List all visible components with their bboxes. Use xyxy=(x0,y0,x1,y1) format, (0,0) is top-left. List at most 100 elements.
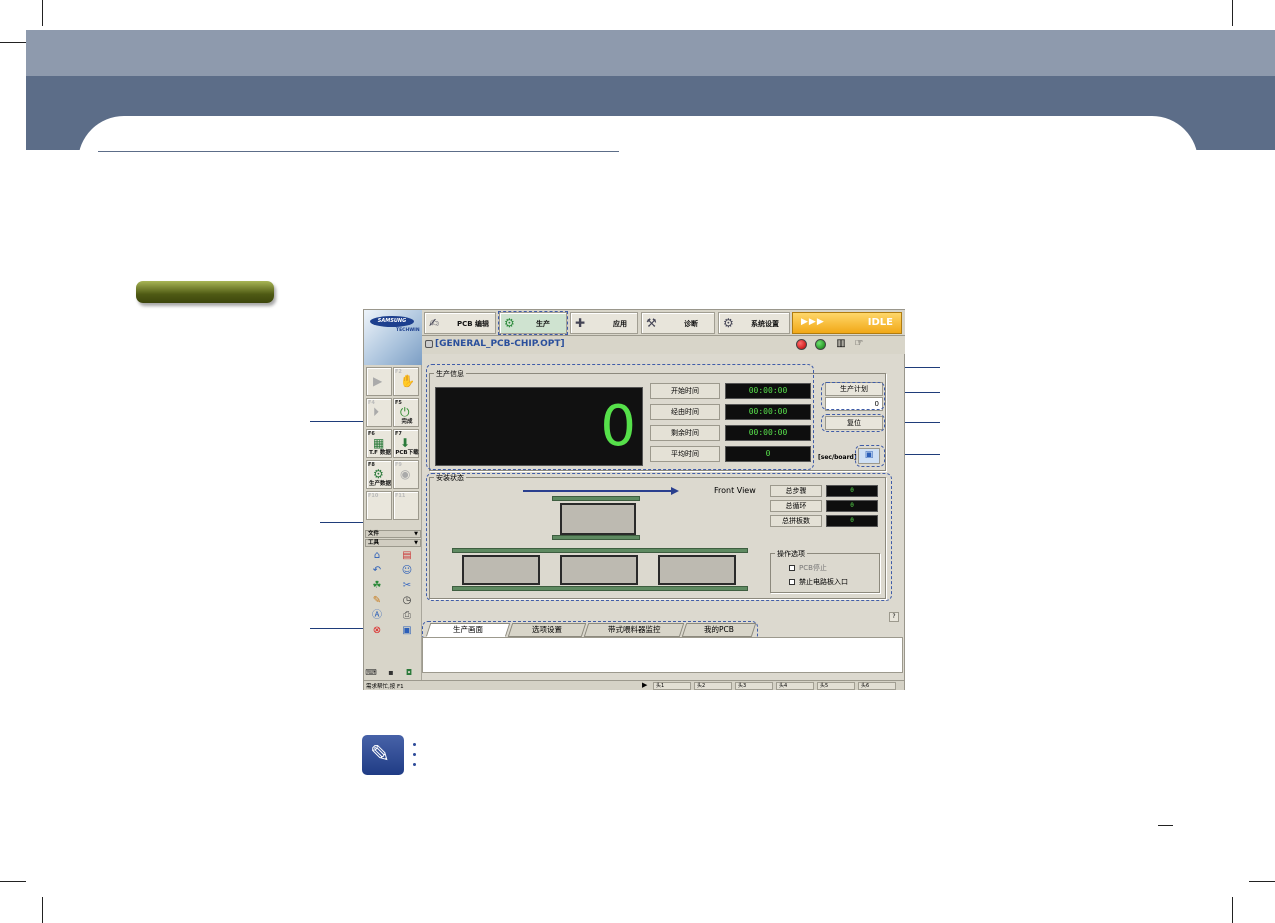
tools-menu[interactable]: 工具 ▼ xyxy=(365,539,421,547)
production-data-label: 生产数据 xyxy=(368,481,391,487)
red-lamp-icon[interactable] xyxy=(796,339,807,350)
crop-mark xyxy=(42,897,43,923)
tf-data-button[interactable]: F6 ▦ T.F 数据 xyxy=(366,429,392,458)
production-window: SAMSUNG TECHWIN ▶ F2 ✋ F4 ⏵ F5 ⏻ 完成 F6 ▦ T.F 数… xyxy=(363,309,905,690)
application-label: 应用 xyxy=(613,320,627,328)
section-pill xyxy=(136,281,274,303)
status-bar: 需求帮忙,按 F1 ▶ 头1 头2 头3 头4 头5 头6 xyxy=(364,680,904,690)
monitor-icon[interactable]: ▣ xyxy=(400,625,414,637)
pcb-edit-label: PCB 编辑 xyxy=(457,320,490,328)
application-button[interactable]: ✚ 应用 xyxy=(570,312,638,334)
f11-button[interactable]: F11 xyxy=(393,491,419,520)
head-2-cell: 头2 xyxy=(694,682,732,690)
barcode-icon[interactable]: ▥ xyxy=(834,338,848,350)
header-top-band xyxy=(26,30,1275,76)
head-4-cell: 头4 xyxy=(776,682,814,690)
clock-icon[interactable]: ◷ xyxy=(400,595,414,607)
callout-line xyxy=(310,421,364,422)
tab-label: 选项设置 xyxy=(532,625,562,634)
play-icon: ▶ xyxy=(373,374,383,388)
file-icon xyxy=(425,339,433,348)
file-menu-label: 文件 xyxy=(368,531,380,537)
head-6-cell: 头6 xyxy=(858,682,896,690)
system-settings-label: 系统设置 xyxy=(751,320,779,328)
production-gear-icon: ⚙ xyxy=(504,316,515,330)
plan-highlight xyxy=(821,382,885,410)
crop-mark xyxy=(42,0,43,26)
note-pencil-icon: ✎ xyxy=(362,735,404,775)
page-number-mark xyxy=(1158,825,1173,826)
pointer-hand-icon[interactable]: ☞ xyxy=(852,338,866,350)
samsung-logo: SAMSUNG xyxy=(370,316,414,327)
production-label: 生产 xyxy=(536,320,550,328)
print-icon[interactable]: ⎙ xyxy=(400,610,414,622)
home-icon[interactable]: ⌂ xyxy=(370,550,384,562)
file-name-text: [GENERAL_PCB-CHIP.OPT] xyxy=(435,339,565,349)
font-icon[interactable]: Ⓐ xyxy=(370,610,384,622)
production-info-highlight xyxy=(426,364,814,470)
tools-icon[interactable]: ✂ xyxy=(400,580,414,592)
play-small-icon: ▶ xyxy=(642,681,648,689)
green-lamp-icon[interactable] xyxy=(815,339,826,350)
f10-button[interactable]: F10 xyxy=(366,491,392,520)
system-settings-icon: ⚙ xyxy=(723,316,734,330)
tab-my-pcb[interactable]: 我的PCB xyxy=(681,623,757,637)
machine-status: ▶▶▶ IDLE xyxy=(792,312,902,334)
chevron-down-icon: ▼ xyxy=(414,531,418,537)
top-toolbar: ✍ PCB 编辑 ⚙ 生产 ✚ 应用 ⚒ 诊断 ⚙ 系统设置 ▶▶▶ IDLE xyxy=(422,310,905,336)
application-icon: ✚ xyxy=(575,316,586,330)
help-hint: 需求帮忙,按 F1 xyxy=(366,684,404,690)
fkey-label: F11 xyxy=(395,493,406,499)
production-data-button[interactable]: F8 ⚙ 生产数据 xyxy=(366,460,392,489)
turtle-icon[interactable]: ☘ xyxy=(370,580,384,592)
delete-icon[interactable]: ⊗ xyxy=(370,625,384,637)
tab-label: 生产画面 xyxy=(453,625,483,634)
reset-highlight xyxy=(821,414,885,432)
user-icon[interactable]: ☺ xyxy=(400,565,414,577)
step-button[interactable]: F4 ⏵ xyxy=(366,398,392,427)
tf-data-label: T.F 数据 xyxy=(369,450,391,456)
tab-option-settings[interactable]: 选项设置 xyxy=(507,623,587,637)
undo-icon[interactable]: ↶ xyxy=(370,565,384,577)
status-arrows-icon: ▶▶▶ xyxy=(801,317,825,327)
fkey-label: F10 xyxy=(368,493,379,499)
save-icon[interactable]: ▪ xyxy=(384,667,398,679)
crop-mark xyxy=(0,42,26,43)
feeder-button[interactable]: F9 ◉ xyxy=(393,460,419,489)
camera-icon[interactable]: ◘ xyxy=(402,667,416,679)
diagnosis-button[interactable]: ⚒ 诊断 xyxy=(641,312,715,334)
header-curve xyxy=(78,116,1198,176)
techwin-logo: TECHWIN xyxy=(396,328,420,333)
pcb-edit-button[interactable]: ✍ PCB 编辑 xyxy=(424,312,496,334)
step-icon: ⏵ xyxy=(373,405,380,419)
tab-tape-feeder-monitor[interactable]: 带式喂料器监控 xyxy=(583,623,685,637)
start-button[interactable]: ▶ xyxy=(366,367,392,396)
status-text: IDLE xyxy=(867,317,893,328)
note-dot xyxy=(413,753,416,756)
pencil-icon[interactable]: ✎ xyxy=(370,595,384,607)
left-sidebar: SAMSUNG TECHWIN ▶ F2 ✋ F4 ⏵ F5 ⏻ 完成 F6 ▦ T.F 数… xyxy=(364,310,422,681)
chevron-down-icon: ▼ xyxy=(414,540,418,546)
file-bar: [GENERAL_PCB-CHIP.OPT] ▥ ☞ xyxy=(422,336,905,354)
stop-button[interactable]: F2 ✋ xyxy=(393,367,419,396)
tab-label: 带式喂料器监控 xyxy=(607,625,661,634)
production-button[interactable]: ⚙ 生产 xyxy=(498,311,568,335)
finish-button[interactable]: F5 ⏻ 完成 xyxy=(393,398,419,427)
keyboard-icon[interactable]: ⌨ xyxy=(364,667,378,679)
pcb-download-button[interactable]: F7 ⬇ PCB下载 xyxy=(393,429,419,458)
tab-production-screen[interactable]: 生产画面 xyxy=(425,623,511,637)
hand-stop-icon: ✋ xyxy=(400,374,415,388)
tab-label: 我的PCB xyxy=(704,625,734,634)
system-settings-button[interactable]: ⚙ 系统设置 xyxy=(718,312,790,334)
pcb-edit-icon: ✍ xyxy=(429,316,440,330)
pcb-download-label: PCB下载 xyxy=(395,450,419,456)
diagnosis-label: 诊断 xyxy=(684,320,698,328)
crop-mark xyxy=(1232,0,1233,26)
crop-mark xyxy=(1232,897,1233,923)
screen-tabs: 生产画面 选项设置 带式喂料器监控 我的PCB xyxy=(422,621,905,637)
calendar-icon[interactable]: ▤ xyxy=(400,550,414,562)
logo-area: SAMSUNG TECHWIN xyxy=(364,310,422,365)
file-menu[interactable]: 文件 ▼ xyxy=(365,530,421,538)
feeder-icon: ◉ xyxy=(400,467,411,481)
crop-mark xyxy=(1249,881,1275,882)
